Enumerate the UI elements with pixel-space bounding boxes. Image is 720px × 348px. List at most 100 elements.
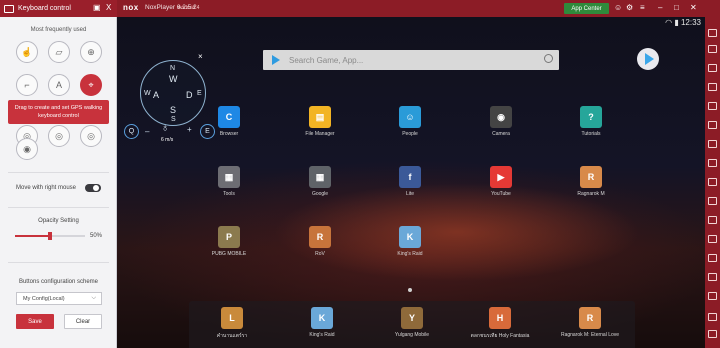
q-key-circle[interactable]: Q [124,124,139,139]
opacity-slider[interactable] [15,232,85,240]
clock: 12:33 [680,18,701,27]
tools-icon: ▦ [218,166,240,188]
a-key-button[interactable]: A [48,74,70,96]
toolbar-apk-icon[interactable] [708,159,717,167]
save-button[interactable]: Save [16,314,54,329]
app-label: King's Raid [309,332,335,338]
toolbar-keyboard-icon[interactable] [708,83,717,91]
compass-west: W [144,90,151,97]
toolbar-screen-icon[interactable] [708,45,717,53]
divider [8,172,109,173]
toolbar-shake-icon[interactable] [708,197,717,205]
toolbar-fullscreen-icon[interactable] [708,64,717,72]
app-file-manager[interactable]: ▤ File Manager [290,106,350,137]
move-right-mouse-toggle[interactable] [85,184,101,192]
minimize-icon[interactable]: – [658,3,662,13]
compass-d-key: D [186,90,193,100]
opacity-title: Opacity Setting [38,218,79,224]
swipe-icon: ▱ [55,46,63,57]
pin-icon[interactable]: ▣ [93,3,101,13]
search-icon[interactable] [544,54,553,63]
toolbar-more-icon[interactable] [708,292,717,300]
app-camera[interactable]: ◉ Camera [471,106,531,137]
dock-app-ragnarok-m[interactable]: R Ragnarok M: Eternal Love [560,307,620,338]
tap-key-button[interactable]: ☝ [16,41,38,63]
most-used-title: Most frequently used [30,27,87,33]
app-label: Tools [223,191,235,197]
search-placeholder: Search Game, App... [289,55,364,65]
speed-value: 6 m/s [161,137,174,143]
kings-raid-icon: K [399,226,421,248]
chevron-down-icon: ⌵ [91,295,96,301]
maximize-icon[interactable]: □ [674,3,679,13]
toolbar-volume-down-icon[interactable] [708,140,717,148]
app-tools[interactable]: ▦ Tools [199,166,259,197]
wifi-icon: ◠ [665,18,673,27]
zoom-key-button[interactable]: ◎ [48,125,70,147]
toolbar-trash-icon[interactable] [708,29,717,37]
toolbar-sync-icon[interactable] [708,273,717,281]
dock-app-kings-raid[interactable]: K King's Raid [292,307,352,338]
bicycle-icon: ♁ [161,122,170,134]
menu-icon[interactable]: ≡ [640,3,645,13]
gps-walking-button[interactable]: ⌖ [80,74,102,96]
toolbar-back-icon[interactable] [708,313,717,321]
close-panel-button[interactable]: X [106,3,111,13]
compass-north: N [170,65,176,72]
dock: L คำนานแตร์รา K King's Raid Y Yulgang Mo… [189,301,635,348]
app-label: Yulgang Mobile [394,332,430,338]
app-rov[interactable]: R RoV [290,226,350,257]
speed-increase[interactable]: + [187,125,192,134]
gun-key-button[interactable]: ⌐ [16,74,38,96]
play-store-button[interactable] [637,48,659,70]
app-label: People [402,131,418,137]
tap-icon: ☝ [21,46,33,57]
toolbar-macro-icon[interactable] [708,254,717,262]
app-browser[interactable]: C Browser [199,106,259,137]
toolbar-location-icon[interactable] [708,102,717,110]
toolbar-multi-instance-icon[interactable] [708,235,717,243]
config-scheme-value: My Config(Local) [23,295,65,302]
view-key-button[interactable]: ◉ [16,138,38,160]
app-people[interactable]: ☺ People [380,106,440,137]
account-icon[interactable]: ☺ [614,3,622,13]
search-bar[interactable]: Search Game, App... [263,50,559,70]
settings-icon[interactable]: ⚙ [626,3,633,13]
toolbar-screenshot-icon[interactable] [708,178,717,186]
nox-player-window: Keyboard control ▣ X nox NoxPlayer 6.2.5… [0,0,720,348]
dock-app-yulgang-mobile[interactable]: Y Yulgang Mobile [382,307,442,338]
swipe-key-button[interactable]: ▱ [48,41,70,63]
dock-app-holy-fantasia[interactable]: H ตลกชนรเทีย Holy Fantasia [470,307,530,340]
app-center-label: App Center [571,5,602,12]
app-center-button[interactable]: App Center [564,3,609,14]
app-youtube[interactable]: ▶ YouTube [471,166,531,197]
app-ragnarok-m[interactable]: R Ragnarok M [561,166,621,197]
app-pubg-mobile[interactable]: P PUBG MOBILE [199,226,259,257]
skill-key-button[interactable]: ◎ [80,125,102,147]
toolbar-home-icon[interactable] [708,330,717,338]
dock-app-legend-of-terra[interactable]: L คำนานแตร์รา [202,307,262,340]
browser-icon: C [218,106,240,128]
compass-w-key: W [169,74,178,84]
compass-s-key: S [170,105,177,115]
gps-tooltip: Drag to create and set GPS walking keybo… [8,100,109,124]
location-pin-icon: ⌖ [88,79,94,90]
toolbar-volume-up-icon[interactable] [708,121,717,129]
app-label: คำนานแตร์รา [216,333,248,339]
toolbar-scissors-icon[interactable] [708,216,717,224]
gps-compass[interactable]: N W W A D E S S [140,60,206,126]
app-kings-raid[interactable]: K King's Raid [380,226,440,257]
compass-close-icon[interactable]: × [198,52,203,61]
app-lite[interactable]: f Lite [380,166,440,197]
scheme-title: Buttons configuration scheme [18,279,99,285]
app-tutorials[interactable]: ? Tutorials [561,106,621,137]
divider [8,207,109,208]
config-scheme-select[interactable]: My Config(Local) ⌵ [16,292,102,305]
app-google[interactable]: ▦ Google [290,166,350,197]
opacity-slider-handle[interactable] [48,232,52,240]
crosshair-key-button[interactable]: ⊕ [80,41,102,63]
people-icon: ☺ [399,106,421,128]
speed-decrease[interactable]: – [145,127,149,136]
close-icon[interactable]: ✕ [690,3,697,13]
clear-button[interactable]: Clear [64,314,102,329]
